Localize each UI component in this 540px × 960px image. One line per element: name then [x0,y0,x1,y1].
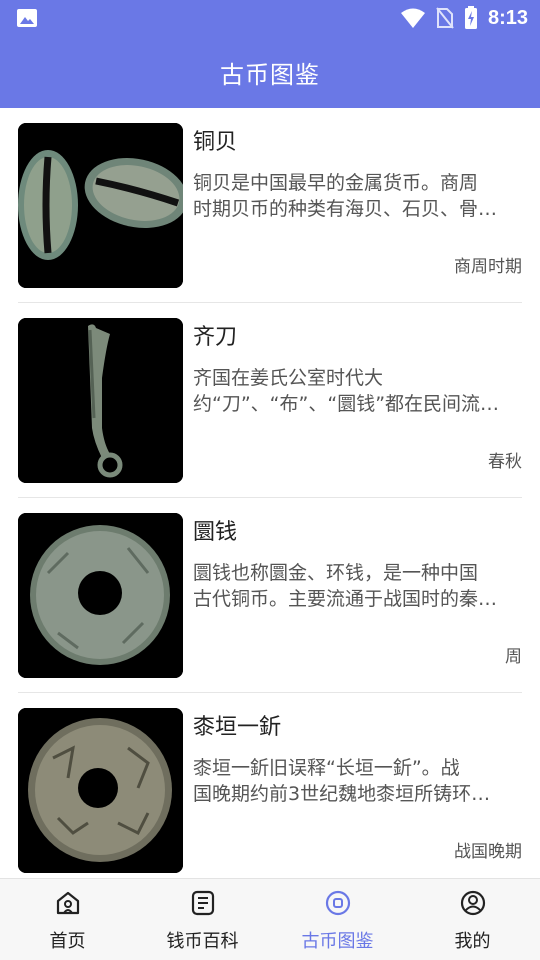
image-notification-icon [17,9,37,27]
profile-icon [460,890,485,916]
coin-era: 战国晚期 [454,842,522,862]
status-bar: 8:13 [0,0,540,36]
tab-label: 我的 [454,931,491,952]
coin-list[interactable]: 铜贝 铜贝是中国最早的金属货币。商周 时期贝币的种类有海贝、石贝、骨… 商周时期… [0,108,540,878]
tab-coin-catalog[interactable]: 古币图鉴 [270,879,405,960]
coin-name: 铜贝 [193,130,238,155]
bottom-tab-bar: 首页 钱币百科 古币图鉴 我的 [0,878,540,960]
clock: 8:13 [487,6,528,29]
coin-era: 周 [505,647,522,667]
coin-era: 春秋 [488,452,522,472]
app-bar: 古币图鉴 [0,36,540,108]
list-item[interactable]: 圜钱 圜钱也称圜金、环钱，是一种中国 古代铜币。主要流通于战国时的秦… 周 [18,498,522,693]
coin-thumbnail [18,123,183,288]
tab-label: 古币图鉴 [301,931,374,952]
coin-name: 齐刀 [193,325,238,350]
coin-thumbnail [18,318,183,483]
list-item[interactable]: 铜贝 铜贝是中国最早的金属货币。商周 时期贝币的种类有海贝、石贝、骨… 商周时期 [18,108,522,303]
coin-description: 桼垣一釿旧误释“长垣一釿”。战 国晚期约前3世纪魏地桼垣所铸环… [193,757,491,805]
tab-encyclopedia[interactable]: 钱币百科 [135,879,270,960]
coin-era: 商周时期 [454,257,522,277]
encyclopedia-icon [191,890,214,916]
coin-description: 铜贝是中国最早的金属货币。商周 时期贝币的种类有海贝、石贝、骨… [193,172,498,220]
wifi-icon [400,8,425,28]
no-sim-icon [436,7,454,29]
coin-icon [325,890,350,916]
coin-name: 桼垣一釿 [193,715,282,740]
tab-label: 首页 [49,931,86,952]
coin-thumbnail [18,513,183,678]
coin-name: 圜钱 [193,520,238,545]
tab-profile[interactable]: 我的 [405,879,540,960]
coin-thumbnail [18,708,183,873]
list-item[interactable]: 桼垣一釿 桼垣一釿旧误释“长垣一釿”。战 国晚期约前3世纪魏地桼垣所铸环… 战国… [18,693,522,878]
tab-label: 钱币百科 [166,931,239,952]
coin-description: 圜钱也称圜金、环钱，是一种中国 古代铜币。主要流通于战国时的秦… [193,562,498,610]
page-title: 古币图鉴 [220,60,320,89]
tab-home[interactable]: 首页 [0,879,135,960]
list-item[interactable]: 齐刀 齐国在姜氏公室时代大 约“刀”、“布”、“圜钱”都在民间流… 春秋 [18,303,522,498]
battery-charging-icon [464,6,477,29]
coin-description: 齐国在姜氏公室时代大 约“刀”、“布”、“圜钱”都在民间流… [193,367,500,415]
home-icon [56,891,79,915]
